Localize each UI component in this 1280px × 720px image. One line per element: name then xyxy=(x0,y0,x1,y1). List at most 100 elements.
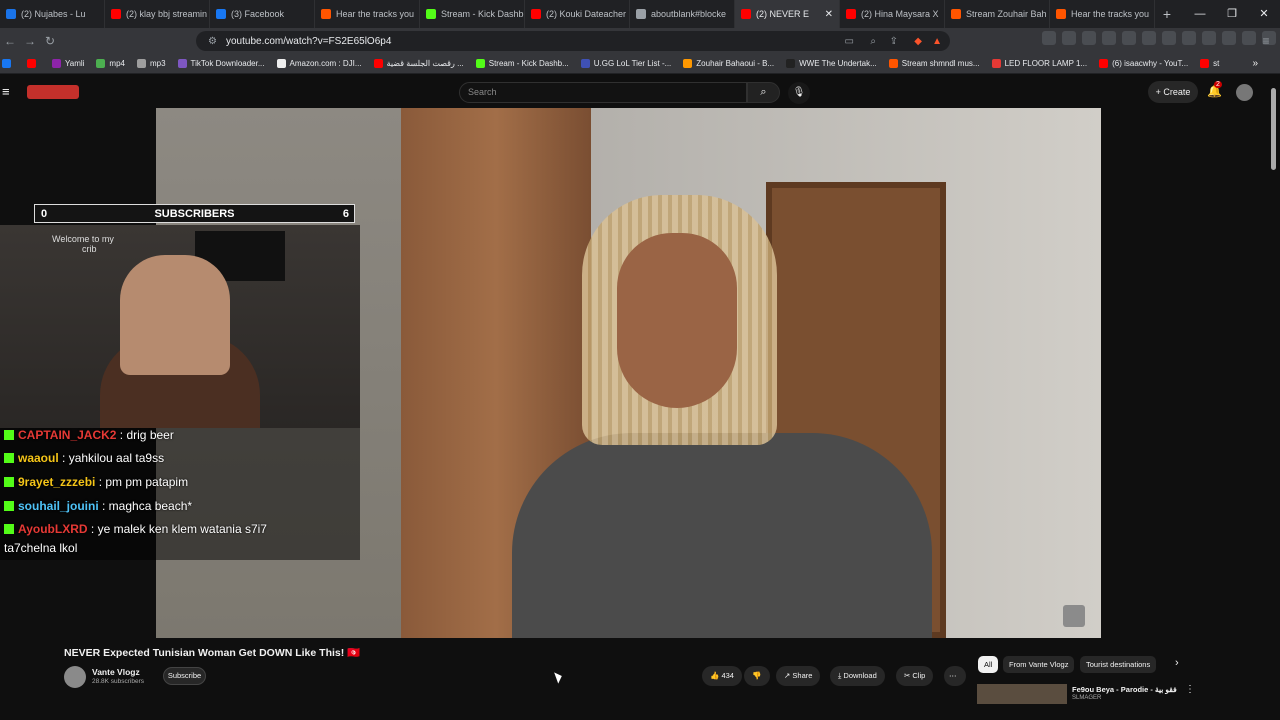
tab-favicon-icon xyxy=(531,9,541,19)
maximize-icon[interactable]: ❐ xyxy=(1216,0,1248,28)
bookmark-favicon-icon xyxy=(786,59,796,68)
rewards-icon[interactable]: ▲ xyxy=(932,36,942,47)
subscribe-button[interactable]: Subscribe xyxy=(163,667,206,685)
bookmark-label: TikTok Downloader... xyxy=(190,59,265,68)
extension-icon[interactable] xyxy=(1202,31,1216,45)
site-info-icon[interactable]: ⚙ xyxy=(208,36,217,47)
menu-icon[interactable]: ≡ xyxy=(1256,34,1276,48)
tab-0[interactable]: (2) Nujabes - Lu xyxy=(0,0,105,28)
close-window-icon[interactable]: ✕ xyxy=(1248,0,1280,28)
share-page-icon[interactable]: ⇪ xyxy=(890,36,898,47)
bookmark-item[interactable]: TikTok Downloader... xyxy=(177,59,265,68)
microphone-icon[interactable]: 🎙 xyxy=(788,82,810,104)
download-button[interactable]: ⤓ Download xyxy=(830,666,885,686)
bookmark-label: Amazon.com : DJI... xyxy=(289,59,362,68)
recommendation-menu-icon[interactable]: ⋮ xyxy=(1185,684,1195,695)
like-button[interactable]: 👍 434 xyxy=(702,666,742,686)
notification-count: 2 xyxy=(1214,81,1222,88)
clip-button[interactable]: ✂ Clip xyxy=(896,666,934,686)
recommendation-title[interactable]: Fe9ou Beya - Parodie - فقو بية xyxy=(1072,685,1177,694)
channel-name[interactable]: Vante Vlogz xyxy=(92,667,140,677)
share-label: Share xyxy=(792,671,813,680)
recommendation-thumbnail[interactable] xyxy=(977,684,1067,704)
bookmark-item[interactable]: Stream shmndl mus... xyxy=(888,59,980,68)
more-bookmarks-icon[interactable]: » xyxy=(1252,58,1258,69)
dislike-button[interactable]: 👎 xyxy=(744,666,770,686)
tab-close-icon[interactable]: ✕ xyxy=(825,9,833,20)
tab-1[interactable]: (2) klay bbj streamin xyxy=(105,0,210,28)
search-icon[interactable]: ⌕ xyxy=(747,82,780,103)
tab-2[interactable]: (3) Facebook xyxy=(210,0,315,28)
bookmark-item[interactable]: Yamli xyxy=(52,59,84,68)
guide-menu-icon[interactable]: ≡ xyxy=(2,84,10,99)
bookmark-item[interactable]: Stream - Kick Dashb... xyxy=(475,59,569,68)
extension-icon[interactable] xyxy=(1162,31,1176,45)
bookmark-item[interactable] xyxy=(27,59,40,68)
address-toolbar: ← → ↻ ☐ ⚙ youtube.com/watch?v=FS2E65lO6p… xyxy=(0,28,1280,54)
bookmark-item[interactable]: st xyxy=(1200,59,1219,68)
chevron-right-icon[interactable]: › xyxy=(1175,657,1179,669)
extension-icon[interactable] xyxy=(1122,31,1136,45)
tab-6[interactable]: aboutblank#blocke xyxy=(630,0,735,28)
chip-from-channel[interactable]: From Vante Vlogz xyxy=(1003,656,1075,673)
mouse-cursor-icon xyxy=(554,670,564,684)
extension-icon[interactable] xyxy=(1042,31,1056,45)
tab-favicon-icon xyxy=(1056,9,1066,19)
bookmark-item[interactable]: LED FLOOR LAMP 1... xyxy=(991,59,1087,68)
extension-icon[interactable] xyxy=(1082,31,1096,45)
extension-icon[interactable] xyxy=(1242,31,1256,45)
bookmark-item[interactable]: (6) isaacwhy - YouT... xyxy=(1099,59,1188,68)
subscriber-goal-bar: 0 SUBSCRIBERS 6 xyxy=(34,204,355,223)
bookmark-item[interactable]: mp4 xyxy=(96,59,125,68)
bookmark-favicon-icon xyxy=(276,59,286,68)
extension-icon[interactable] xyxy=(1102,31,1116,45)
chip-all[interactable]: All xyxy=(978,656,999,673)
back-icon[interactable]: ← xyxy=(0,34,20,48)
chip-tourist-destinations[interactable]: Tourist destinations xyxy=(1080,656,1157,673)
chat-message: waaoul : yahkilou aal ta9ss xyxy=(4,451,164,465)
tab-8[interactable]: (2) Hina Maysara X xyxy=(840,0,945,28)
tab-7[interactable]: (2) NEVER E ✕ xyxy=(735,0,840,28)
address-bar[interactable]: ⚙ youtube.com/watch?v=FS2E65lO6p4 ▭ ⌕ ⇪ … xyxy=(196,31,950,51)
youtube-logo[interactable] xyxy=(27,85,79,99)
cast-icon[interactable]: ▭ xyxy=(845,36,854,47)
extension-icon[interactable] xyxy=(1062,31,1076,45)
bookmark-favicon-icon xyxy=(136,59,146,68)
tab-favicon-icon xyxy=(741,9,751,19)
search-input[interactable]: Search xyxy=(459,82,747,103)
tab-4[interactable]: Stream - Kick Dashb xyxy=(420,0,525,28)
bookmark-item[interactable]: رقصت الجلسة قضية ... xyxy=(373,59,464,68)
tab-list: (2) Nujabes - Lu (2) klay bbj streamin (3)… xyxy=(0,0,1155,28)
tab-10[interactable]: Hear the tracks you xyxy=(1050,0,1155,28)
share-button[interactable]: ↗ Share xyxy=(776,666,821,686)
like-count: 434 xyxy=(721,671,734,680)
extension-icon[interactable] xyxy=(1182,31,1196,45)
minimize-icon[interactable]: — xyxy=(1184,0,1216,28)
bookmark-item[interactable]: Zouhair Bahaoui - B... xyxy=(683,59,774,68)
tab-3[interactable]: Hear the tracks you xyxy=(315,0,420,28)
reload-icon[interactable]: ↻ xyxy=(40,34,60,48)
channel-avatar[interactable] xyxy=(64,666,86,688)
bookmark-item[interactable]: U.GG LoL Tier List -... xyxy=(580,59,671,68)
create-button[interactable]: + Create xyxy=(1148,81,1198,103)
more-actions-button[interactable]: ⋯ xyxy=(944,666,966,686)
bookmark-item[interactable] xyxy=(2,59,15,68)
account-avatar[interactable] xyxy=(1236,84,1253,101)
bookmark-item[interactable]: mp3 xyxy=(136,59,166,68)
zoom-icon[interactable]: ⌕ xyxy=(870,36,876,47)
bookmark-favicon-icon xyxy=(52,59,61,68)
bookmark-item[interactable]: Amazon.com : DJI... xyxy=(276,59,362,68)
tab-5[interactable]: (2) Kouki Dateacher xyxy=(525,0,630,28)
page-scrollbar[interactable] xyxy=(1271,88,1276,170)
new-tab-button[interactable]: + xyxy=(1155,6,1179,22)
bookmark-item[interactable]: WWE The Undertak... xyxy=(786,59,877,68)
brave-shield-icon[interactable]: ◆ xyxy=(914,36,922,47)
tab-strip: (2) Nujabes - Lu (2) klay bbj streamin (3)… xyxy=(0,0,1280,28)
tab-9[interactable]: Stream Zouhair Bah xyxy=(945,0,1050,28)
forward-icon[interactable]: → xyxy=(20,34,40,48)
extension-icon[interactable] xyxy=(1222,31,1236,45)
bookmark-label: Zouhair Bahaoui - B... xyxy=(696,59,775,68)
miniplayer-thumbnail[interactable] xyxy=(1063,605,1085,627)
window-controls: — ❐ ✕ xyxy=(1184,0,1280,28)
extension-icon[interactable] xyxy=(1142,31,1156,45)
